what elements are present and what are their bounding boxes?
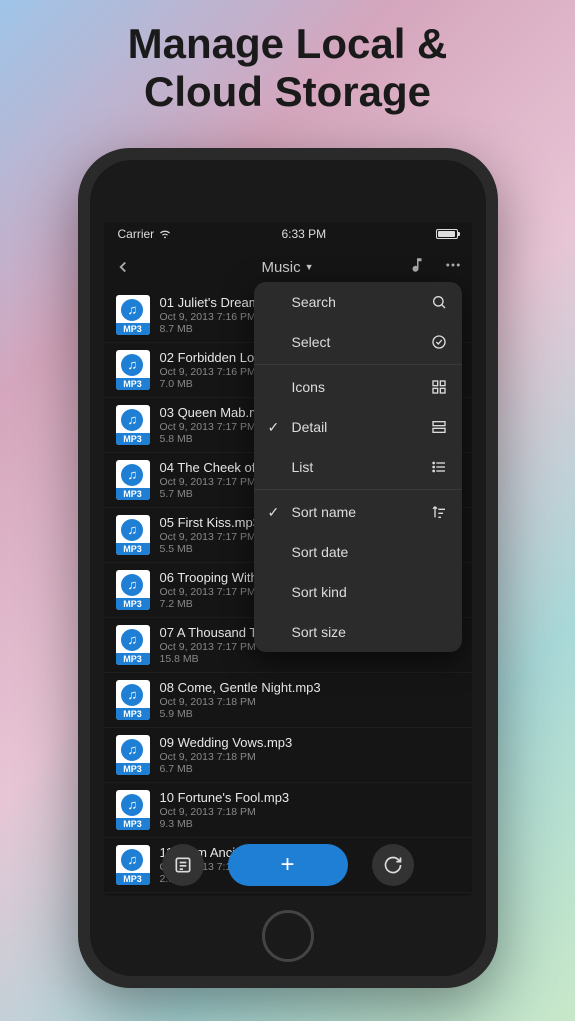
file-name: 10 Fortune's Fool.mp3 bbox=[160, 790, 460, 805]
menu-list-view[interactable]: List bbox=[254, 447, 462, 487]
check-circle-icon bbox=[430, 334, 448, 350]
menu-sort-kind[interactable]: Sort kind bbox=[254, 572, 462, 612]
menu-detail-view[interactable]: ✓ Detail bbox=[254, 407, 462, 447]
mp3-file-icon: ♫ bbox=[116, 570, 150, 610]
mp3-file-icon: ♫ bbox=[116, 295, 150, 335]
mp3-file-icon: ♫ bbox=[116, 680, 150, 720]
sync-button[interactable] bbox=[372, 844, 414, 886]
caret-down-icon: ▼ bbox=[305, 262, 314, 272]
file-name: 08 Come, Gentle Night.mp3 bbox=[160, 680, 460, 695]
search-icon bbox=[430, 294, 448, 310]
status-bar: Carrier 6:33 PM bbox=[104, 222, 472, 246]
file-row[interactable]: ♫ 09 Wedding Vows.mp3Oct 9, 2013 7:18 PM6… bbox=[104, 728, 472, 783]
menu-sort-date[interactable]: Sort date bbox=[254, 532, 462, 572]
app-screen: Carrier 6:33 PM Music ▼ bbox=[104, 222, 472, 896]
file-size: 9.3 MB bbox=[160, 818, 460, 830]
home-button[interactable] bbox=[262, 910, 314, 962]
file-row[interactable]: ♫ 10 Fortune's Fool.mp3Oct 9, 2013 7:18 P… bbox=[104, 783, 472, 838]
mp3-file-icon: ♫ bbox=[116, 460, 150, 500]
menu-search[interactable]: Search bbox=[254, 282, 462, 322]
mp3-file-icon: ♫ bbox=[116, 735, 150, 775]
menu-select[interactable]: Select bbox=[254, 322, 462, 362]
sort-asc-icon bbox=[430, 504, 448, 520]
list-icon bbox=[430, 459, 448, 475]
more-icon[interactable] bbox=[444, 256, 462, 279]
menu-sort-name[interactable]: ✓ Sort name bbox=[254, 492, 462, 532]
add-button[interactable]: + bbox=[228, 844, 348, 886]
checkmark-icon: ✓ bbox=[268, 419, 286, 436]
file-size: 5.9 MB bbox=[160, 708, 460, 720]
hero-title: Manage Local & Cloud Storage bbox=[0, 0, 575, 117]
file-size: 6.7 MB bbox=[160, 763, 460, 775]
file-date: Oct 9, 2013 7:18 PM bbox=[160, 696, 460, 708]
checkmark-icon: ✓ bbox=[268, 504, 286, 521]
battery-icon bbox=[436, 229, 458, 239]
menu-sort-size[interactable]: Sort size bbox=[254, 612, 462, 652]
queue-button[interactable] bbox=[162, 844, 204, 886]
bottom-toolbar: + bbox=[104, 844, 472, 886]
detail-view-icon bbox=[430, 419, 448, 435]
grid-icon bbox=[430, 379, 448, 395]
mp3-file-icon: ♫ bbox=[116, 790, 150, 830]
carrier-label: Carrier bbox=[118, 227, 155, 241]
mp3-file-icon: ♫ bbox=[116, 625, 150, 665]
mp3-file-icon: ♫ bbox=[116, 350, 150, 390]
clock: 6:33 PM bbox=[281, 227, 326, 241]
wifi-icon bbox=[158, 226, 172, 243]
back-button[interactable] bbox=[114, 258, 142, 276]
context-menu: Search Select Icons bbox=[254, 282, 462, 652]
menu-icons-view[interactable]: Icons bbox=[254, 367, 462, 407]
nav-title-dropdown[interactable]: Music ▼ bbox=[261, 259, 313, 276]
mp3-file-icon: ♫ bbox=[116, 405, 150, 445]
file-row[interactable]: ♫ 08 Come, Gentle Night.mp3Oct 9, 2013 7:… bbox=[104, 673, 472, 728]
file-name: 09 Wedding Vows.mp3 bbox=[160, 735, 460, 750]
music-icon[interactable] bbox=[408, 256, 426, 279]
file-date: Oct 9, 2013 7:18 PM bbox=[160, 751, 460, 763]
file-date: Oct 9, 2013 7:18 PM bbox=[160, 806, 460, 818]
mp3-file-icon: ♫ bbox=[116, 515, 150, 555]
phone-frame: Carrier 6:33 PM Music ▼ bbox=[78, 148, 498, 988]
file-size: 15.8 MB bbox=[160, 653, 460, 665]
